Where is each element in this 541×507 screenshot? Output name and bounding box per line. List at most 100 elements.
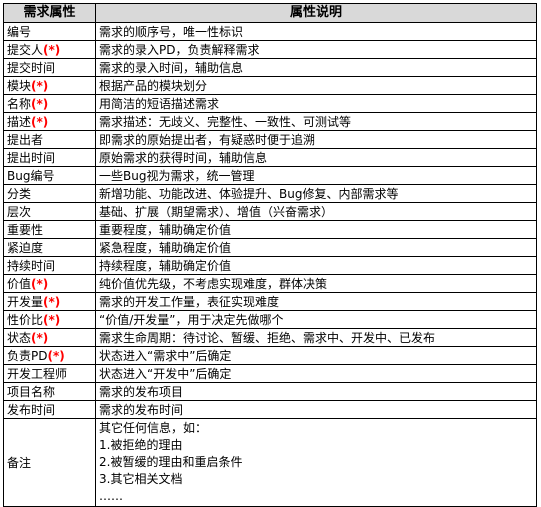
attribute-name-cell: 提出时间 xyxy=(3,148,96,167)
attribute-name-cell: 编号 xyxy=(3,22,96,41)
table-row: Bug编号 一些Bug视为需求，统一管理 xyxy=(3,166,537,185)
required-marker: (*) xyxy=(31,114,49,129)
table-row: 名称(*) 用简洁的短语描述需求 xyxy=(3,94,537,113)
attribute-name-cell: 状态(*) xyxy=(3,328,96,347)
attribute-description: 用简洁的短语描述需求 xyxy=(95,94,537,113)
attribute-name: Bug编号 xyxy=(7,168,55,183)
table-row: 发布时间 需求的发布时间 xyxy=(3,400,537,419)
required-marker: (*) xyxy=(31,276,49,291)
notes-line: 1.被拒绝的理由 xyxy=(99,438,183,452)
attribute-name-cell: 模块(*) xyxy=(3,76,96,95)
table-row: 提交人(*) 需求的录入PD，负责解释需求 xyxy=(3,40,537,59)
attribute-name-cell: 负责PD(*) xyxy=(3,346,96,365)
table-row: 模块(*) 根据产品的模块划分 xyxy=(3,76,537,95)
table-row: 提出者 即需求的原始提出者，有疑惑时便于追溯 xyxy=(3,130,537,149)
attribute-name: 提出时间 xyxy=(7,150,56,165)
attribute-description: 即需求的原始提出者，有疑惑时便于追溯 xyxy=(95,130,537,149)
notes-line: 3.其它相关文档 xyxy=(99,472,183,486)
attribute-name-cell: 分类 xyxy=(3,184,96,203)
attribute-description: 需求的发布时间 xyxy=(95,400,537,419)
attribute-name: 分类 xyxy=(7,186,32,201)
attribute-name: 负责PD xyxy=(7,348,48,363)
table-row: 价值(*) 纯价值优先级，不考虑实现难度，群体决策 xyxy=(3,274,537,293)
attribute-description: 持续程度，辅助确定价值 xyxy=(95,256,537,275)
table-row: 层次 基础、扩展（期望需求）、增值（兴奋需求） xyxy=(3,202,537,221)
table-header-row: 需求属性 属性说明 xyxy=(3,3,537,23)
attribute-name: 持续时间 xyxy=(7,258,56,273)
table-row: 持续时间 持续程度，辅助确定价值 xyxy=(3,256,537,275)
attribute-description: 需求的录入PD，负责解释需求 xyxy=(95,40,537,59)
attribute-name: 提交时间 xyxy=(7,60,56,75)
table-row: 提交时间 需求的录入时间，辅助信息 xyxy=(3,58,537,77)
attribute-name: 重要性 xyxy=(7,222,44,237)
attribute-name: 层次 xyxy=(7,204,32,219)
table-row: 开发工程师 状态进入“开发中”后确定 xyxy=(3,364,537,383)
attribute-name-cell: 描述(*) xyxy=(3,112,96,131)
required-marker: (*) xyxy=(43,42,61,57)
notes-description: 其它任何信息，如： 1.被拒绝的理由 2.被暂缓的理由和重启条件 3.其它相关文档 …… xyxy=(95,418,537,507)
attribute-description: 纯价值优先级，不考虑实现难度，群体决策 xyxy=(95,274,537,293)
attribute-name: 发布时间 xyxy=(7,402,56,417)
attribute-name-cell: 发布时间 xyxy=(3,400,96,419)
attribute-description: 需求的开发工作量，表征实现难度 xyxy=(95,292,537,311)
attribute-name-cell: 层次 xyxy=(3,202,96,221)
attribute-description: 紧急程度，辅助确定价值 xyxy=(95,238,537,257)
attribute-name-cell: 提出者 xyxy=(3,130,96,149)
attribute-name-cell: 持续时间 xyxy=(3,256,96,275)
attribute-table-figure: 需求属性 属性说明 编号 需求的顺序号，唯一性标识 提交人(*) 需求的录入PD，负责… xyxy=(0,0,541,507)
attribute-description: 需求的顺序号，唯一性标识 xyxy=(95,22,537,41)
attribute-name: 性价比 xyxy=(7,312,44,327)
attribute-description: 状态进入“开发中”后确定 xyxy=(95,364,537,383)
table-row: 性价比(*) “价值/开发量”，用于决定先做哪个 xyxy=(3,310,537,329)
attribute-name-cell: 价值(*) xyxy=(3,274,96,293)
attribute-description: 需求的发布项目 xyxy=(95,382,537,401)
attribute-name-cell: 提交时间 xyxy=(3,58,96,77)
attribute-name-cell: 提交人(*) xyxy=(3,40,96,59)
attribute-name-cell: 项目名称 xyxy=(3,382,96,401)
table-row: 开发量(*) 需求的开发工作量，表征实现难度 xyxy=(3,292,537,311)
table-row: 分类 新增功能、功能改进、体验提升、Bug修复、内部需求等 xyxy=(3,184,537,203)
required-marker: (*) xyxy=(31,78,49,93)
required-marker: (*) xyxy=(47,348,65,363)
required-marker: (*) xyxy=(43,312,61,327)
attribute-name-cell: Bug编号 xyxy=(3,166,96,185)
notes-line: …… xyxy=(99,489,123,503)
attribute-name-cell: 性价比(*) xyxy=(3,310,96,329)
attribute-name-cell: 名称(*) xyxy=(3,94,96,113)
table-body: 编号 需求的顺序号，唯一性标识 提交人(*) 需求的录入PD，负责解释需求 提交时间 需求… xyxy=(3,22,537,507)
attribute-name: 紧迫度 xyxy=(7,240,44,255)
header-description: 属性说明 xyxy=(95,3,537,23)
attribute-description: 原始需求的获得时间，辅助信息 xyxy=(95,148,537,167)
required-marker: (*) xyxy=(43,294,61,309)
attribute-description: 状态进入“需求中”后确定 xyxy=(95,346,537,365)
attribute-description: “价值/开发量”，用于决定先做哪个 xyxy=(95,310,537,329)
attribute-name: 项目名称 xyxy=(7,384,56,399)
attribute-description: 需求描述：无歧义、完整性、一致性、可测试等 xyxy=(95,112,537,131)
attribute-name: 描述 xyxy=(7,114,32,129)
requirement-attribute-table: 需求属性 属性说明 编号 需求的顺序号，唯一性标识 提交人(*) 需求的录入PD，负责… xyxy=(3,3,537,507)
notes-attribute-name: 备注 xyxy=(3,418,96,507)
attribute-description: 需求生命周期：待讨论、暂缓、拒绝、需求中、开发中、已发布 xyxy=(95,328,537,347)
attribute-description: 根据产品的模块划分 xyxy=(95,76,537,95)
table-row: 负责PD(*) 状态进入“需求中”后确定 xyxy=(3,346,537,365)
table-row: 状态(*) 需求生命周期：待讨论、暂缓、拒绝、需求中、开发中、已发布 xyxy=(3,328,537,347)
table-row: 重要性 重要程度，辅助确定价值 xyxy=(3,220,537,239)
attribute-name-cell: 开发工程师 xyxy=(3,364,96,383)
table-row: 编号 需求的顺序号，唯一性标识 xyxy=(3,22,537,41)
attribute-name: 模块 xyxy=(7,78,32,93)
attribute-name: 价值 xyxy=(7,276,32,291)
required-marker: (*) xyxy=(31,96,49,111)
attribute-name: 编号 xyxy=(7,24,32,39)
attribute-name: 开发量 xyxy=(7,294,44,309)
table-row: 项目名称 需求的发布项目 xyxy=(3,382,537,401)
attribute-name: 状态 xyxy=(7,330,32,345)
notes-row: 备注 其它任何信息，如： 1.被拒绝的理由 2.被暂缓的理由和重启条件 3.其它相关文档… xyxy=(3,418,537,507)
notes-line: 2.被暂缓的理由和重启条件 xyxy=(99,455,243,469)
attribute-name: 提出者 xyxy=(7,132,44,147)
attribute-name: 提交人 xyxy=(7,42,44,57)
attribute-description: 一些Bug视为需求，统一管理 xyxy=(95,166,537,185)
attribute-name-cell: 重要性 xyxy=(3,220,96,239)
attribute-description: 基础、扩展（期望需求）、增值（兴奋需求） xyxy=(95,202,537,221)
header-attribute: 需求属性 xyxy=(3,3,96,23)
table-row: 紧迫度 紧急程度，辅助确定价值 xyxy=(3,238,537,257)
